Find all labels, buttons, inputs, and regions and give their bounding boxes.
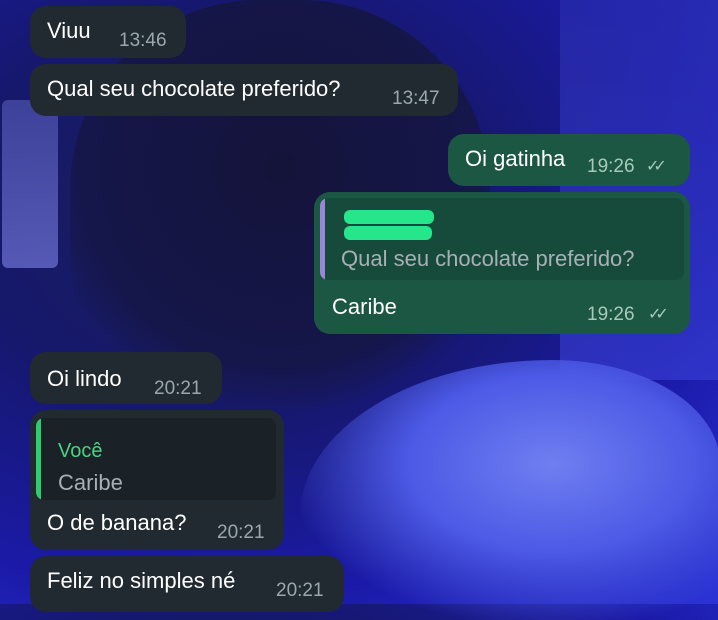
message-text: Caribe [332, 294, 397, 319]
message-bubble-outgoing[interactable]: Oi gatinha 19:26 ✓✓ [448, 134, 690, 186]
message-text: O de banana? [47, 510, 187, 535]
redacted-name [344, 210, 434, 224]
message-bubble-incoming[interactable]: Qual seu chocolate preferido? 13:47 [30, 64, 458, 116]
quote-accent-bar [36, 418, 41, 500]
message-bubble-outgoing[interactable]: Qual seu chocolate preferido? Caribe 19:… [314, 192, 690, 334]
quote-text: Qual seu chocolate preferido? [341, 246, 635, 271]
message-text: Feliz no simples né [47, 568, 236, 593]
quote-author: Você [58, 440, 103, 462]
redacted-name [344, 226, 432, 240]
quote-accent-bar [320, 198, 325, 280]
message-text: Oi lindo [47, 366, 122, 391]
reply-quote[interactable]: Você Caribe [36, 418, 276, 500]
double-check-icon: ✓✓ [646, 158, 667, 175]
message-text: Oi gatinha [465, 146, 566, 171]
message-time: 19:26 [587, 156, 635, 177]
message-text: Viuu [47, 18, 91, 43]
message-bubble-incoming[interactable]: Você Caribe O de banana? 20:21 [30, 410, 284, 550]
message-time: 20:21 [154, 378, 202, 399]
message-time: 20:21 [276, 580, 324, 601]
message-bubble-incoming[interactable]: Oi lindo 20:21 [30, 352, 222, 404]
reply-quote[interactable]: Qual seu chocolate preferido? [320, 198, 684, 280]
message-time: 13:47 [392, 88, 440, 109]
background-picture-frame [2, 100, 58, 268]
message-time: 20:21 [217, 522, 265, 543]
message-bubble-incoming[interactable]: Viuu 13:46 [30, 6, 186, 58]
message-time: 19:26 [587, 304, 635, 325]
message-time: 13:46 [119, 30, 167, 51]
double-check-icon: ✓✓ [648, 306, 669, 323]
quote-text: Caribe [58, 470, 123, 495]
message-text: Qual seu chocolate preferido? [47, 76, 341, 101]
